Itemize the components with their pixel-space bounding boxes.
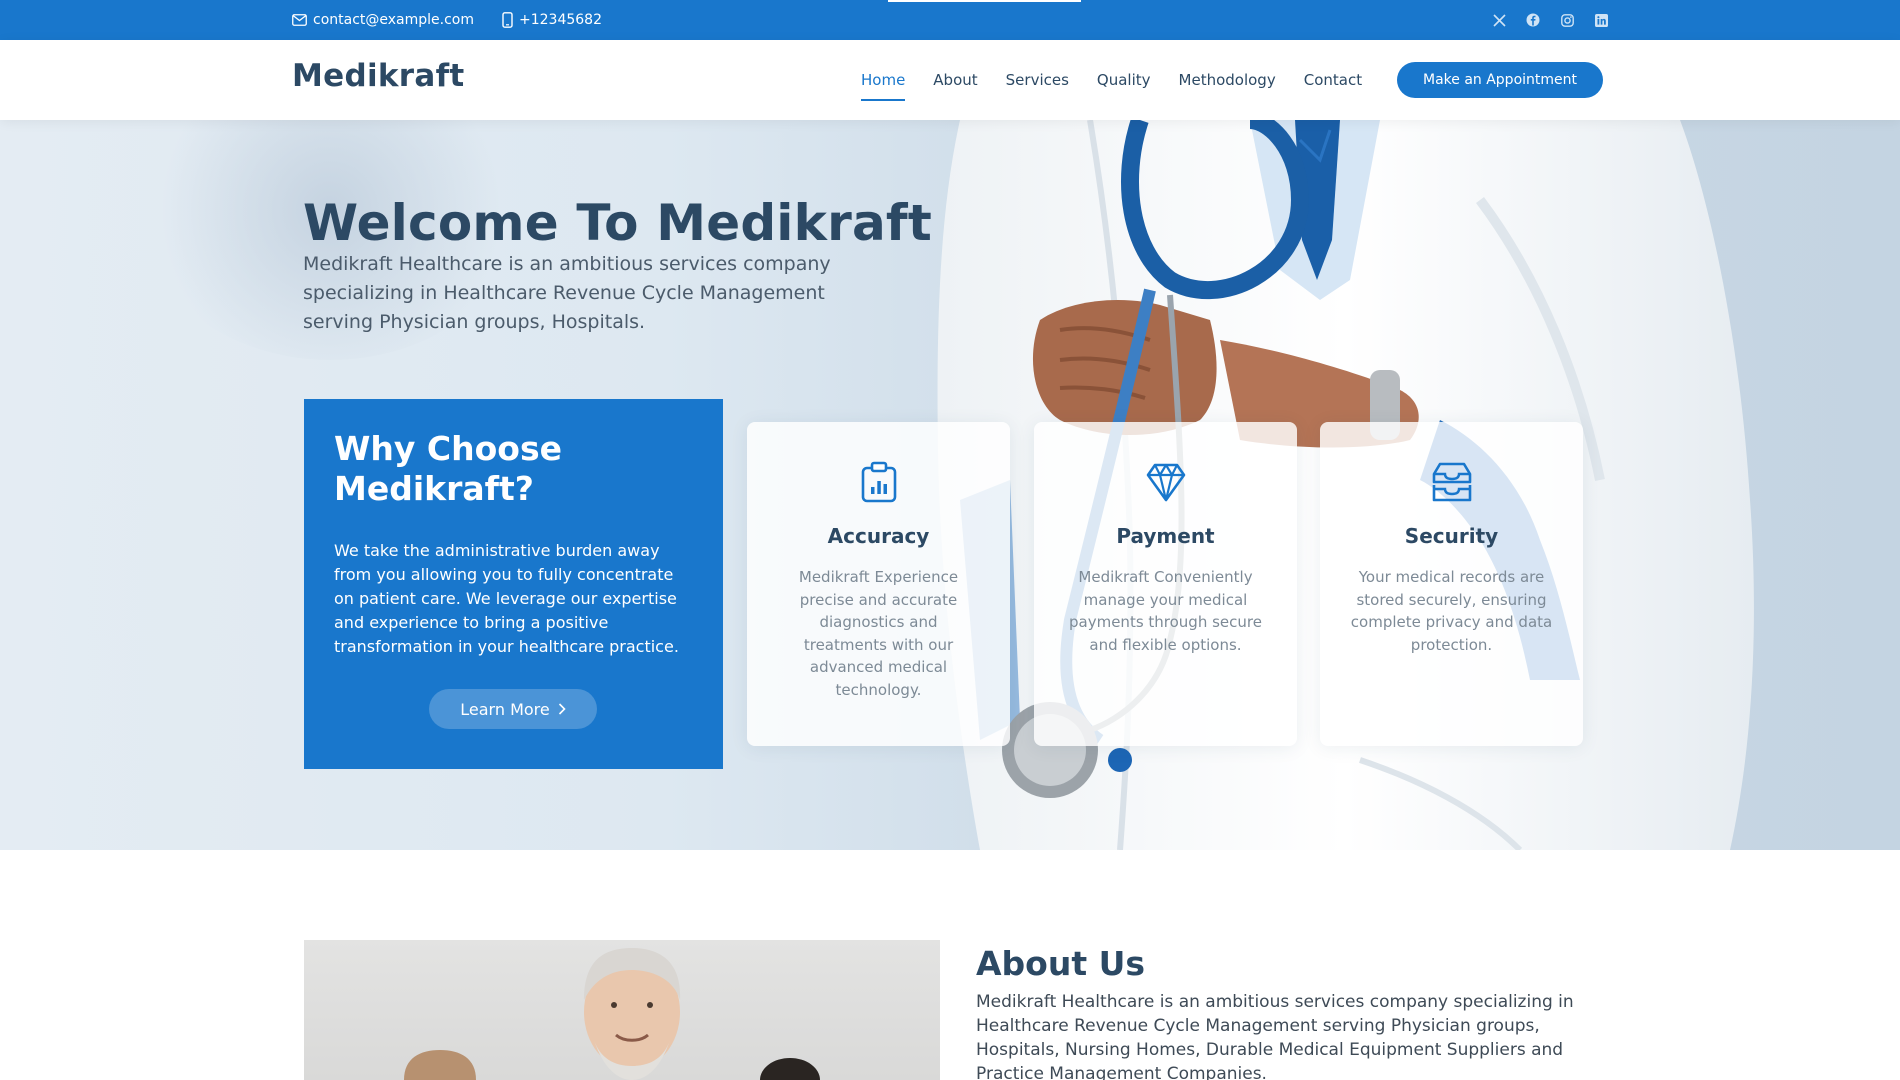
card-text: Medikraft Conveniently manage your medic… xyxy=(1069,568,1262,654)
social-links xyxy=(1474,0,1610,40)
card-title: Payment xyxy=(1116,524,1215,548)
learn-more-button[interactable]: Learn More xyxy=(429,689,597,729)
envelope-icon xyxy=(292,14,307,26)
phone-contact[interactable]: +12345682 xyxy=(502,12,602,28)
page-load-progress xyxy=(888,0,1081,2)
nav-quality[interactable]: Quality xyxy=(1097,67,1151,93)
nav-home[interactable]: Home xyxy=(861,67,906,101)
site-header: Medikraft Home About Services Quality Me… xyxy=(0,40,1900,120)
facebook-icon[interactable] xyxy=(1524,11,1542,29)
main-nav: Home About Services Quality Methodology … xyxy=(861,40,1390,120)
card-text: Medikraft Experience precise and accurat… xyxy=(798,568,959,699)
clipboard-data-icon xyxy=(861,461,896,503)
chevron-right-icon xyxy=(558,703,566,715)
hero-section: Welcome To Medikraft Medikraft Healthcar… xyxy=(0,120,1900,850)
phone-icon xyxy=(502,12,513,28)
top-bar: contact@example.com +12345682 xyxy=(0,0,1900,40)
about-text: Medikraft Healthcare is an ambitious ser… xyxy=(976,992,1574,1080)
email-contact[interactable]: contact@example.com xyxy=(292,12,474,28)
about-title: About Us xyxy=(976,944,1146,983)
make-appointment-button[interactable]: Make an Appointment xyxy=(1397,62,1603,98)
nav-services[interactable]: Services xyxy=(1006,67,1069,93)
hero-title: Welcome To Medikraft xyxy=(303,194,932,252)
card-title: Accuracy xyxy=(827,524,930,548)
gem-icon xyxy=(1146,463,1185,502)
about-team-photo xyxy=(304,940,940,1080)
card-title: Security xyxy=(1404,524,1499,548)
nav-contact[interactable]: Contact xyxy=(1304,67,1362,93)
feature-card-accuracy: Accuracy Medikraft Experience precise an… xyxy=(747,422,1010,746)
email-text[interactable]: contact@example.com xyxy=(313,12,474,28)
learn-more-label: Learn More xyxy=(460,699,550,719)
phone-text[interactable]: +12345682 xyxy=(519,12,602,28)
why-choose-box: Why Choose Medikraft? We take the admini… xyxy=(304,399,723,769)
why-choose-title: Why Choose Medikraft? xyxy=(334,429,562,508)
site-logo[interactable]: Medikraft xyxy=(292,58,465,94)
linkedin-icon[interactable] xyxy=(1592,11,1610,29)
feature-card-payment: Payment Medikraft Conveniently manage yo… xyxy=(1034,422,1297,746)
contact-info: contact@example.com +12345682 xyxy=(292,0,630,40)
hero-lead: Medikraft Healthcare is an ambitious ser… xyxy=(303,253,831,333)
nav-about[interactable]: About xyxy=(933,67,977,93)
nav-methodology[interactable]: Methodology xyxy=(1179,67,1276,93)
feature-card-security: Security Your medical records are stored… xyxy=(1320,422,1583,746)
x-icon[interactable] xyxy=(1490,11,1508,29)
why-choose-text: We take the administrative burden away f… xyxy=(334,541,679,656)
instagram-icon[interactable] xyxy=(1558,11,1576,29)
card-text: Your medical records are stored securely… xyxy=(1350,568,1553,654)
inboxes-icon xyxy=(1432,462,1471,502)
